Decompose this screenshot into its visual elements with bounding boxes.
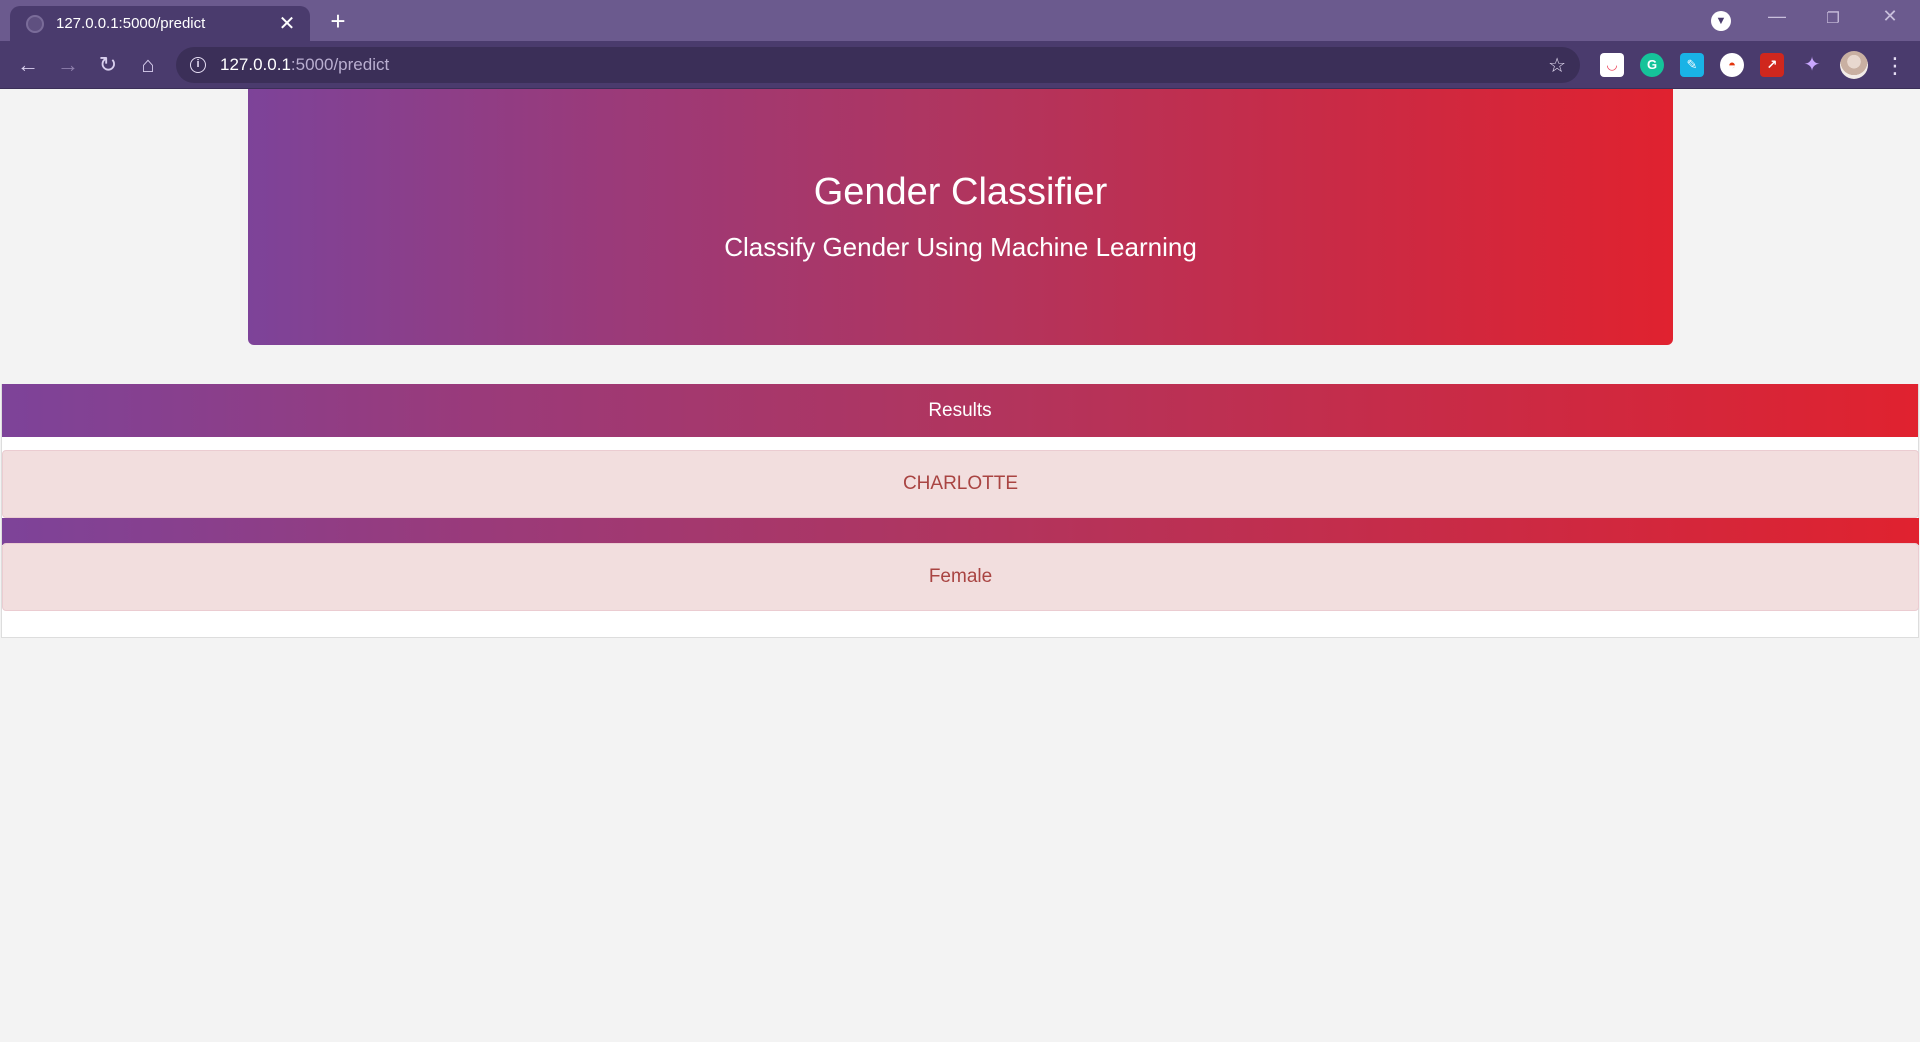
tab-strip: 127.0.0.1:5000/predict ✕ + ▼ — ❐ ✕: [0, 0, 1920, 41]
browser-chrome: 127.0.0.1:5000/predict ✕ + ▼ — ❐ ✕ ← → ↻…: [0, 0, 1920, 89]
forward-arrow-icon[interactable]: →: [50, 47, 86, 83]
restore-button[interactable]: ❐: [1813, 9, 1853, 27]
address-bar[interactable]: i 127.0.0.1:5000/predict ☆: [176, 47, 1580, 83]
grammarly-extension-icon[interactable]: G: [1640, 53, 1664, 77]
pen-extension-icon[interactable]: ✎: [1680, 53, 1704, 77]
home-icon[interactable]: ⌂: [130, 47, 166, 83]
results-heading: Results: [2, 384, 1918, 437]
close-icon[interactable]: ✕: [276, 14, 298, 34]
globe-icon: [26, 14, 44, 33]
result-gender-alert: Female: [2, 543, 1919, 611]
browser-toolbar: ← → ↻ ⌂ i 127.0.0.1:5000/predict ☆ ◡ G ✎…: [0, 41, 1920, 89]
results-divider: [2, 518, 1919, 545]
pokeball-extension-icon[interactable]: ◓: [1720, 53, 1744, 77]
tab-title: 127.0.0.1:5000/predict: [56, 15, 206, 32]
minimize-button[interactable]: —: [1757, 6, 1797, 27]
reload-icon[interactable]: ↻: [90, 47, 126, 83]
url-text[interactable]: 127.0.0.1:5000/predict: [220, 55, 1548, 75]
url-path: :5000/predict: [290, 55, 390, 74]
kebab-menu-icon[interactable]: ⋮: [1880, 53, 1910, 79]
window-close-button[interactable]: ✕: [1870, 6, 1910, 27]
info-icon[interactable]: i: [190, 57, 206, 73]
bookmark-star-icon[interactable]: ☆: [1548, 53, 1566, 78]
page-content: Gender Classifier Classify Gender Using …: [0, 89, 1920, 1042]
chevron-down-icon[interactable]: ▼: [1711, 11, 1731, 31]
pocket-extension-icon[interactable]: ◡: [1600, 53, 1624, 77]
browser-tab[interactable]: 127.0.0.1:5000/predict ✕: [10, 6, 310, 41]
page-title: Gender Classifier: [813, 171, 1108, 213]
result-name-alert: CHARLOTTE: [2, 450, 1919, 518]
page-subtitle: Classify Gender Using Machine Learning: [724, 232, 1197, 262]
profile-avatar[interactable]: [1840, 51, 1868, 79]
new-tab-button[interactable]: +: [324, 8, 352, 36]
back-arrow-icon[interactable]: ←: [10, 47, 46, 83]
url-host: 127.0.0.1: [220, 55, 291, 74]
results-panel: Results CHARLOTTE Female: [1, 384, 1919, 638]
extensions-puzzle-icon[interactable]: ✦: [1800, 53, 1824, 77]
arrow-extension-icon[interactable]: ↗: [1760, 53, 1784, 77]
header-banner: Gender Classifier Classify Gender Using …: [248, 89, 1673, 345]
